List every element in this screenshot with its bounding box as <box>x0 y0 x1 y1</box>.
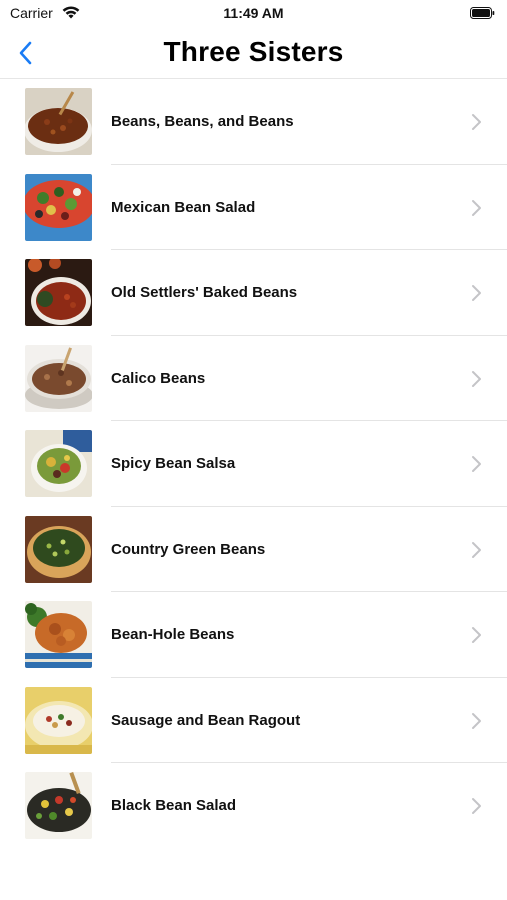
recipe-title: Spicy Bean Salsa <box>111 455 236 472</box>
recipe-row-black-bean-salad[interactable]: Black Bean Salad <box>0 763 507 849</box>
recipe-thumbnail <box>25 601 92 668</box>
chevron-right-icon <box>472 712 481 729</box>
recipe-thumbnail <box>25 772 92 839</box>
chevron-right-icon <box>472 798 481 814</box>
navigation-bar: Three Sisters <box>0 28 507 79</box>
recipe-title: Beans, Beans, and Beans <box>111 113 294 130</box>
recipe-row-calico-beans[interactable]: Calico Beans <box>0 336 507 422</box>
back-button[interactable] <box>10 36 40 70</box>
chevron-right-icon <box>472 456 481 472</box>
chevron-right-icon <box>472 285 481 301</box>
battery-icon <box>470 7 495 19</box>
recipe-row-old-settlers-baked-beans[interactable]: Old Settlers' Baked Beans <box>0 250 507 336</box>
chevron-right-icon <box>472 370 481 387</box>
recipe-row-bean-hole-beans[interactable]: Bean-Hole Beans <box>0 592 507 678</box>
chevron-left-icon <box>19 41 32 65</box>
recipe-title: Sausage and Bean Ragout <box>111 711 301 729</box>
recipe-thumbnail <box>25 515 92 583</box>
recipe-title: Bean-Hole Beans <box>111 626 235 643</box>
recipe-title: Country Green Beans <box>111 540 266 558</box>
recipe-thumbnail <box>25 259 92 326</box>
page-title: Three Sisters <box>163 36 344 67</box>
chevron-right-icon <box>472 199 481 216</box>
recipe-row-beans-beans-and-beans[interactable]: Beans, Beans, and Beans <box>0 79 507 165</box>
recipe-thumbnail <box>25 430 92 497</box>
recipe-thumbnail <box>25 686 92 754</box>
chevron-right-icon <box>472 627 481 643</box>
recipe-row-country-green-beans[interactable]: Country Green Beans <box>0 507 507 593</box>
recipe-title: Old Settlers' Baked Beans <box>111 284 298 301</box>
recipe-list: Beans, Beans, and Beans Mexican Bean Sal… <box>0 79 507 849</box>
recipe-title: Black Bean Salad <box>111 797 237 814</box>
chevron-right-icon <box>472 114 481 130</box>
recipe-thumbnail <box>25 344 92 412</box>
recipe-thumbnail <box>25 88 92 155</box>
recipe-title: Mexican Bean Salad <box>111 198 256 216</box>
recipe-title: Calico Beans <box>111 369 206 387</box>
recipe-row-mexican-bean-salad[interactable]: Mexican Bean Salad <box>0 165 507 251</box>
status-bar: Carrier 11:49 AM <box>0 0 507 28</box>
recipe-thumbnail <box>25 173 92 241</box>
chevron-right-icon <box>472 541 481 558</box>
status-time: 11:49 AM <box>223 5 284 21</box>
recipe-row-sausage-and-bean-ragout[interactable]: Sausage and Bean Ragout <box>0 678 507 764</box>
recipe-row-spicy-bean-salsa[interactable]: Spicy Bean Salsa <box>0 421 507 507</box>
